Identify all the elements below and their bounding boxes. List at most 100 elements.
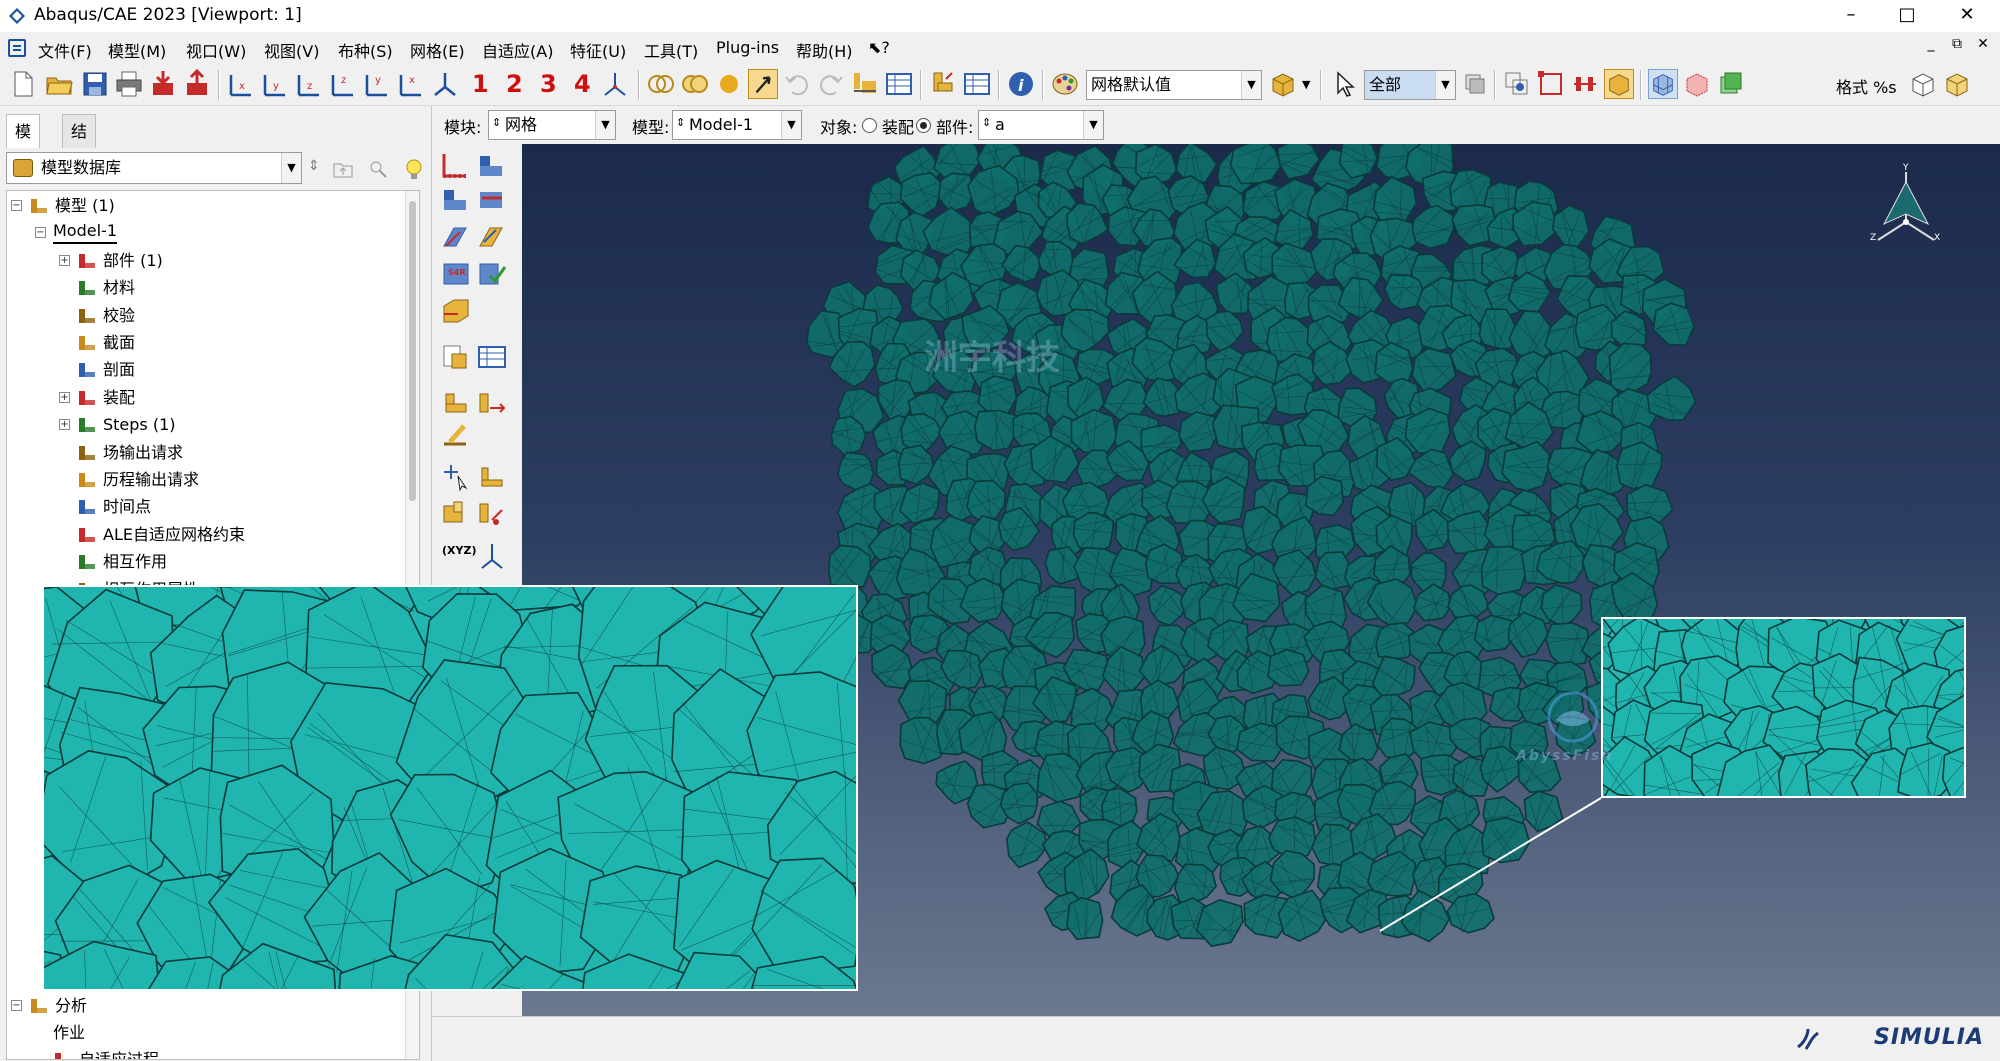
partition-edge-icon[interactable]: [476, 498, 508, 528]
mesh-controls-icon[interactable]: [476, 184, 508, 214]
part-combo[interactable]: ⇕ a ▼: [978, 110, 1104, 140]
mesh-green-icon[interactable]: [1716, 69, 1746, 99]
assembly-radio[interactable]: [862, 118, 877, 133]
module-combo[interactable]: ⇕ 网格 ▼: [488, 110, 616, 140]
element-type-s4r-icon[interactable]: S4R: [440, 258, 472, 288]
open-folder-icon[interactable]: [44, 69, 74, 99]
menu-plugins[interactable]: Plug-ins: [716, 38, 779, 57]
color-palette-icon[interactable]: [1050, 69, 1080, 99]
datum-icon[interactable]: [476, 462, 508, 492]
box-select-icon[interactable]: [1536, 69, 1566, 99]
step-4-button[interactable]: 4: [574, 70, 591, 98]
render-shaded-icon[interactable]: [714, 69, 744, 99]
model-combo[interactable]: ⇕ Model-1 ▼: [672, 110, 802, 140]
scrollbar-thumb[interactable]: [409, 201, 416, 501]
collapse-icon[interactable]: −: [35, 227, 46, 239]
part-display-icon[interactable]: [1604, 69, 1634, 99]
minimize-button[interactable]: –: [1828, 0, 1874, 32]
part-instance-icon[interactable]: [928, 69, 958, 99]
step-1-button[interactable]: 1: [472, 70, 489, 98]
expand-icon[interactable]: +: [59, 419, 70, 431]
mdi-restore-button[interactable]: ⧉: [1946, 36, 1968, 52]
mesh-red-icon[interactable]: [1682, 69, 1712, 99]
cube-outline-icon[interactable]: [1908, 69, 1938, 99]
seed-edges-icon[interactable]: [476, 150, 508, 180]
part-radio[interactable]: [916, 118, 931, 133]
menu-model[interactable]: 模型(M): [108, 38, 166, 62]
partition-cell-icon[interactable]: [440, 296, 472, 326]
delete-part-seeds-icon[interactable]: [440, 184, 472, 214]
mdi-minimize-button[interactable]: _: [1920, 36, 1942, 52]
view-front-icon[interactable]: x: [226, 69, 256, 99]
menu-feature[interactable]: 特征(U): [570, 38, 626, 62]
render-hidden-icon[interactable]: [680, 69, 710, 99]
coordinate-system-icon[interactable]: (XYZ): [442, 544, 476, 557]
replace-selected-icon[interactable]: [1502, 69, 1532, 99]
lightbulb-icon[interactable]: [402, 156, 426, 182]
expand-icon[interactable]: +: [59, 391, 70, 403]
create-reference-point-icon[interactable]: [440, 462, 472, 492]
save-icon[interactable]: [80, 69, 110, 99]
view-bottom-icon[interactable]: z: [328, 69, 358, 99]
view-left-icon[interactable]: y: [362, 69, 392, 99]
tab-model[interactable]: 模型: [6, 114, 41, 175]
mesh-region-edit-icon[interactable]: [440, 420, 472, 450]
menu-viewport[interactable]: 视口(W): [186, 38, 246, 62]
cube-solid-icon[interactable]: [1942, 69, 1972, 99]
show-mesh-icon[interactable]: [1570, 69, 1600, 99]
edit-mesh-icon[interactable]: [440, 388, 472, 418]
verify-mesh-icon[interactable]: [476, 258, 508, 288]
viewport-menu-icon[interactable]: [8, 39, 26, 57]
selection-filter-combo[interactable]: 全部 ▼: [1364, 70, 1456, 100]
menu-adaptivity[interactable]: 自适应(A): [482, 38, 553, 62]
edit-mesh-arrow-icon[interactable]: [476, 388, 508, 418]
expand-icon[interactable]: +: [59, 254, 70, 266]
sort-arrows-icon[interactable]: ⇕: [308, 158, 320, 174]
filter-icon[interactable]: [368, 158, 390, 180]
select-tool-icon[interactable]: [748, 69, 778, 99]
selection-options-icon[interactable]: [1460, 69, 1490, 99]
menu-tools[interactable]: 工具(T): [644, 38, 698, 62]
view-right-icon[interactable]: x: [396, 69, 426, 99]
mesh-part-icon[interactable]: [476, 222, 508, 252]
redo-icon[interactable]: [816, 69, 846, 99]
table-icon[interactable]: [884, 69, 914, 99]
view-back-icon[interactable]: y: [260, 69, 290, 99]
mesh-defaults-combo[interactable]: 网格默认值 ▼: [1086, 70, 1262, 100]
step-3-button[interactable]: 3: [540, 70, 557, 98]
menu-help[interactable]: 帮助(H): [796, 38, 853, 62]
model-database-combo[interactable]: 模型数据库 ▼: [6, 152, 302, 184]
menu-view[interactable]: 视图(V): [264, 38, 319, 62]
chevron-down-icon[interactable]: ▼: [1302, 78, 1310, 91]
query-icon[interactable]: [850, 69, 880, 99]
menu-file[interactable]: 文件(F): [38, 38, 92, 62]
assign-element-type-icon[interactable]: [440, 222, 472, 252]
export-icon[interactable]: [182, 69, 212, 99]
triad-icon[interactable]: [600, 69, 630, 99]
view-top-icon[interactable]: z: [294, 69, 324, 99]
mesh-visible-icon[interactable]: [1648, 69, 1678, 99]
collapse-icon[interactable]: −: [11, 1000, 22, 1011]
mdi-close-button[interactable]: ✕: [1972, 36, 1994, 52]
partition-face-icon[interactable]: [440, 498, 472, 528]
close-button[interactable]: ✕: [1944, 0, 1990, 32]
render-wireframe-icon[interactable]: [646, 69, 676, 99]
iso-view-icon[interactable]: [430, 69, 460, 99]
collapse-icon[interactable]: −: [11, 200, 22, 211]
menu-seed[interactable]: 布种(S): [338, 38, 393, 62]
seed-part-icon[interactable]: [440, 150, 472, 180]
virtual-topology-icon[interactable]: [440, 342, 472, 372]
info-icon[interactable]: i: [1006, 69, 1036, 99]
print-icon[interactable]: [114, 69, 144, 99]
selection-arrow-icon[interactable]: [1330, 69, 1360, 99]
folder-up-icon[interactable]: [332, 158, 354, 180]
color-code-icon[interactable]: [1268, 69, 1298, 99]
context-help-icon[interactable]: ⬉?: [868, 38, 890, 57]
mesh-table-icon[interactable]: [476, 342, 508, 372]
import-icon[interactable]: [148, 69, 178, 99]
new-file-icon[interactable]: [8, 69, 38, 99]
step-2-button[interactable]: 2: [506, 70, 523, 98]
menu-mesh[interactable]: 网格(E): [410, 38, 465, 62]
tab-results[interactable]: 结果: [62, 114, 97, 175]
display-table-icon[interactable]: [962, 69, 992, 99]
